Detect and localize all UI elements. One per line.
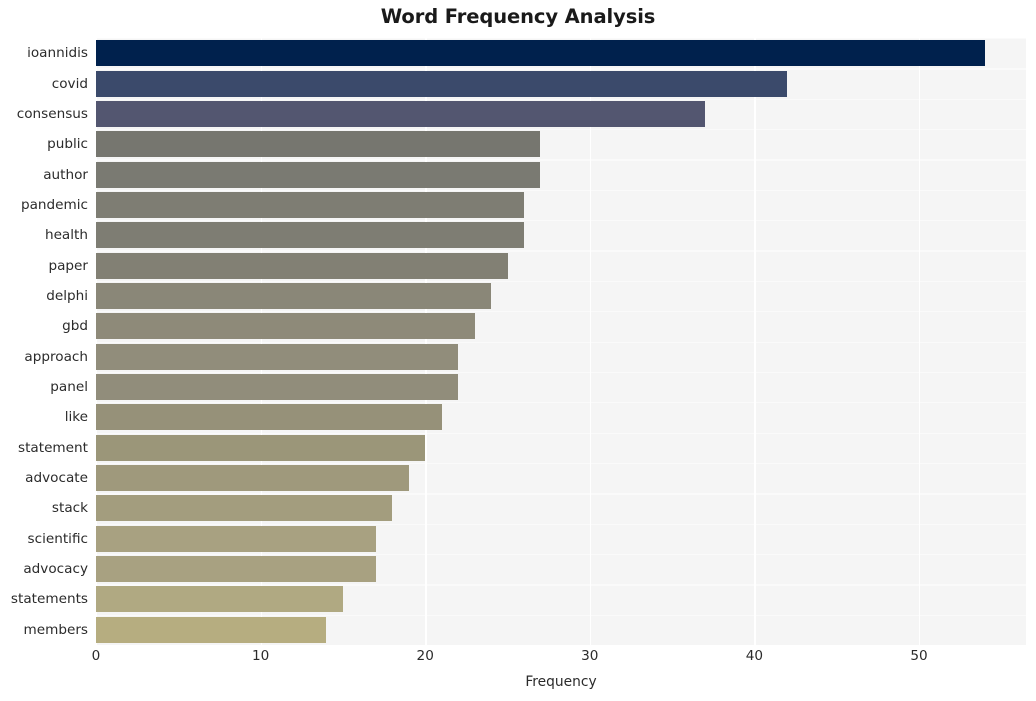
bar: [96, 495, 393, 522]
y-tick-label: stack: [51, 500, 88, 517]
gridline-vertical: [919, 38, 921, 645]
y-tick-label: author: [43, 166, 88, 183]
y-tick-label: scientific: [27, 530, 88, 547]
gridline-vertical: [425, 38, 427, 645]
x-axis-label: Frequency: [525, 674, 597, 690]
bar: [96, 616, 327, 643]
y-tick-label: gbd: [62, 318, 88, 335]
bar: [96, 343, 459, 370]
gridline-horizontal: [96, 280, 1026, 283]
y-tick-label: delphi: [46, 287, 88, 304]
gridline-vertical: [260, 38, 262, 645]
gridline-horizontal: [96, 311, 1026, 313]
y-tick-label: approach: [24, 348, 88, 365]
gridline-horizontal: [96, 584, 1026, 586]
x-tick-label: 30: [581, 648, 599, 664]
y-tick-label: members: [23, 621, 88, 638]
gridline-horizontal: [96, 523, 1026, 525]
gridline-vertical: [589, 38, 592, 645]
bar: [96, 404, 442, 431]
gridline-horizontal: [96, 98, 1026, 100]
y-tick-label: advocate: [25, 470, 88, 487]
y-tick-label: panel: [50, 379, 88, 396]
gridline-vertical: [754, 38, 756, 645]
gridline-horizontal: [96, 371, 1026, 374]
gridline-horizontal: [96, 614, 1026, 616]
gridline-horizontal: [96, 462, 1026, 465]
y-tick-label: public: [47, 136, 88, 153]
y-tick-label: covid: [51, 75, 88, 92]
y-tick-label: pandemic: [20, 196, 88, 213]
y-tick-label: consensus: [16, 105, 88, 122]
gridline-horizontal: [96, 220, 1026, 222]
gridline-horizontal: [96, 250, 1026, 252]
chart-figure: Word Frequency Analysis ioannidis covid co…: [0, 0, 1036, 701]
bar: [96, 191, 524, 218]
y-tick-label: advocacy: [23, 561, 88, 578]
gridline-horizontal: [96, 189, 1026, 192]
bar: [96, 525, 376, 552]
bar: [96, 434, 426, 461]
gridline-horizontal: [96, 341, 1026, 343]
gridline-horizontal: [96, 38, 1026, 40]
y-axis-tick-labels: ioannidis covid consensus public author pande…: [0, 38, 88, 645]
gridline-horizontal: [96, 402, 1026, 404]
bar: [96, 556, 376, 583]
bar: [96, 131, 541, 158]
y-tick-label: ioannidis: [27, 45, 88, 62]
x-axis-tick-labels: 0 10 20 30 40 50: [0, 648, 1036, 672]
y-tick-label: paper: [48, 257, 88, 274]
bar: [96, 282, 492, 309]
bar: [96, 161, 541, 188]
gridline-horizontal: [96, 129, 1026, 131]
bar: [96, 222, 524, 249]
gridline-vertical: [96, 38, 98, 645]
x-tick-label: 40: [745, 648, 764, 664]
bar: [96, 40, 985, 67]
bar: [96, 70, 788, 97]
gridline-horizontal: [96, 159, 1026, 161]
gridline-horizontal: [96, 432, 1026, 434]
bar: [96, 465, 409, 492]
x-tick-label: 20: [416, 648, 434, 664]
y-tick-label: statements: [10, 591, 88, 608]
x-tick-label: 0: [91, 648, 101, 664]
x-tick-label: 10: [251, 648, 270, 664]
bar: [96, 586, 343, 613]
gridline-horizontal: [96, 68, 1026, 70]
bar: [96, 100, 706, 127]
bar: [96, 374, 459, 401]
plot-area: [96, 38, 1026, 645]
gridline-horizontal: [96, 553, 1026, 556]
bar: [96, 252, 508, 279]
bar: [96, 313, 475, 340]
x-tick-label: 50: [910, 648, 928, 664]
y-tick-label: like: [64, 409, 88, 426]
chart-title: Word Frequency Analysis: [380, 5, 656, 28]
y-tick-label: statement: [18, 439, 88, 456]
gridline-horizontal: [96, 493, 1026, 495]
y-tick-label: health: [44, 227, 88, 244]
